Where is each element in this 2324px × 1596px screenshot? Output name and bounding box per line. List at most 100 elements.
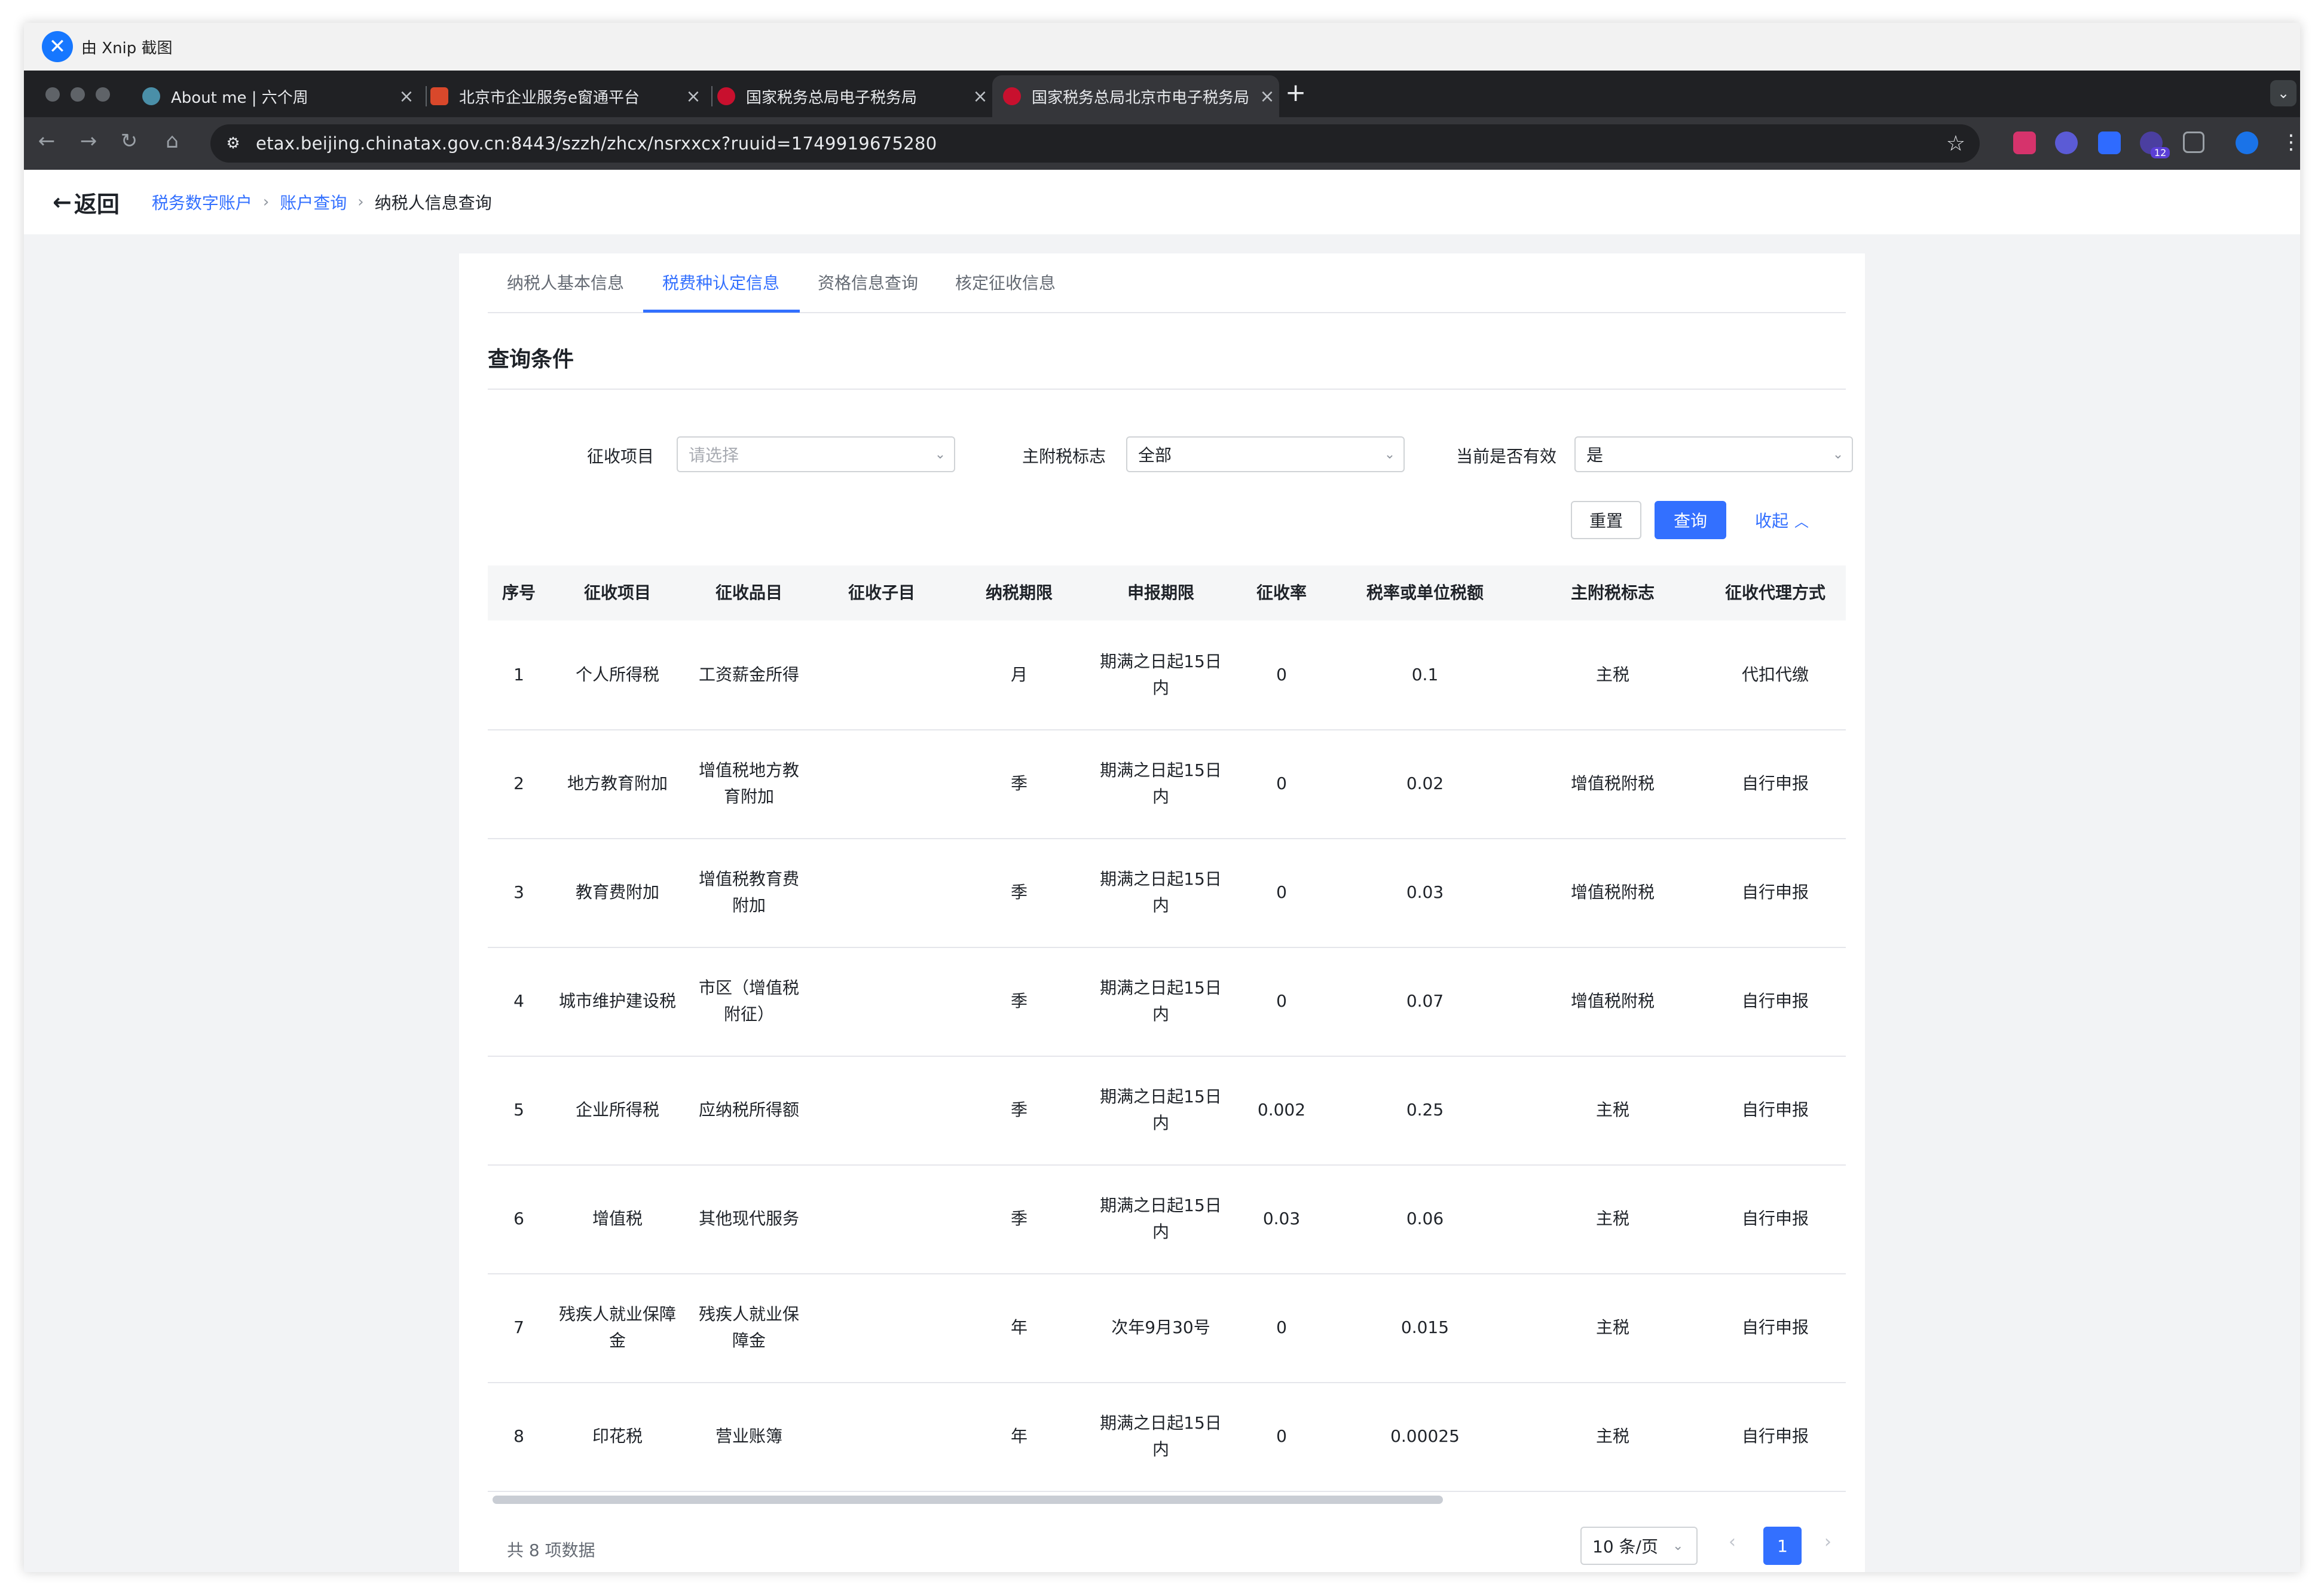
chevron-down-icon: ⌄ xyxy=(934,447,946,462)
table-cell: 主税 xyxy=(1595,665,1629,684)
minimize-window-button[interactable] xyxy=(71,87,85,102)
table-cell: 期满之日起15日内 xyxy=(1100,1413,1222,1459)
table-cell: 自行申报 xyxy=(1741,991,1809,1011)
currently-valid-select[interactable]: 是 ⌄ xyxy=(1574,436,1853,472)
column-header: 征收项目 xyxy=(583,583,651,603)
column-header: 征收子目 xyxy=(848,583,915,603)
site-settings-icon[interactable]: ⚙ xyxy=(221,132,245,155)
xnip-title: 由 Xnip 截图 xyxy=(81,39,173,57)
browser-tab[interactable]: 北京市企业服务e窗通平台 × xyxy=(420,75,705,117)
back-button[interactable]: ← 返回 xyxy=(53,186,120,219)
table-cell: 3 xyxy=(513,882,524,902)
browser-tab-strip: About me | 六个周 × 北京市企业服务e窗通平台 × 国家税务总局电子… xyxy=(24,71,2300,117)
table-cell: 8 xyxy=(513,1426,524,1446)
table-row: 5 企业所得税 应纳税所得额 季 期满之日起15日内 0.002 0.25 主税 自行申报 xyxy=(488,1056,1846,1166)
page-tabs: 纳税人基本信息 税费种认定信息 资格信息查询 核定征收信息 xyxy=(488,253,1846,313)
table-cell: 增值税附税 xyxy=(1570,882,1655,902)
forward-arrow-icon[interactable]: → xyxy=(74,129,103,153)
table-cell: 季 xyxy=(1010,773,1028,793)
table-cell: 0.02 xyxy=(1406,773,1444,793)
breadcrumb-link[interactable]: 账户查询 xyxy=(280,190,347,214)
table-cell: 增值税 xyxy=(592,1209,643,1228)
new-tab-button[interactable]: + xyxy=(1285,78,1306,107)
tab-assessed-collection[interactable]: 核定征收信息 xyxy=(955,270,1056,294)
table-cell xyxy=(821,729,942,838)
tab-tax-type-info[interactable]: 税费种认定信息 xyxy=(662,270,779,294)
table-cell: 自行申报 xyxy=(1741,1426,1809,1446)
collapse-button[interactable]: 收起 ︿ xyxy=(1749,501,1815,539)
table-cell: 增值税附税 xyxy=(1570,773,1655,793)
table-cell: 主税 xyxy=(1595,1100,1629,1120)
tab-taxpayer-basic-info[interactable]: 纳税人基本信息 xyxy=(507,270,624,294)
table-cell: 4 xyxy=(513,991,524,1011)
table-cell: 市区（增值税附征） xyxy=(698,978,799,1024)
circle-extension-icon[interactable] xyxy=(2055,132,2078,154)
close-icon[interactable]: × xyxy=(681,86,705,107)
table-cell: 季 xyxy=(1010,882,1028,902)
levy-item-select[interactable]: 请选择 ⌄ xyxy=(677,436,955,472)
table-cell: 0.25 xyxy=(1406,1100,1444,1120)
arrow-left-icon: ← xyxy=(53,189,72,215)
column-header: 序号 xyxy=(502,583,536,603)
browser-tab[interactable]: 国家税务总局电子税务局 × xyxy=(707,75,992,117)
main-sub-flag-select[interactable]: 全部 ⌄ xyxy=(1126,436,1405,472)
table-cell: 季 xyxy=(1010,1209,1028,1228)
zoom-window-button[interactable] xyxy=(96,87,110,102)
table-cell: 增值税地方教育附加 xyxy=(698,760,799,806)
horizontal-scrollbar[interactable] xyxy=(493,1496,1443,1504)
table-cell: 0.03 xyxy=(1406,882,1444,902)
close-icon[interactable]: × xyxy=(1255,86,1279,107)
table-cell: 印花税 xyxy=(592,1426,643,1446)
table-cell: 0.03 xyxy=(1262,1209,1301,1228)
tab-search-icon[interactable]: ⌄ xyxy=(2270,80,2297,106)
table-cell: 主税 xyxy=(1595,1426,1629,1446)
puzzle-icon[interactable] xyxy=(2183,132,2204,153)
page-header: ← 返回 税务数字账户 › 账户查询 › 纳税人信息查询 xyxy=(24,170,2300,234)
close-icon[interactable]: × xyxy=(968,86,992,107)
table-cell: 工资薪金所得 xyxy=(698,665,799,684)
select-placeholder: 请选择 xyxy=(689,445,739,465)
table-row: 2 地方教育附加 增值税地方教育附加 季 期满之日起15日内 0 0.02 增值税附税 自行申报 xyxy=(488,729,1846,839)
table-cell xyxy=(821,947,942,1056)
home-icon[interactable]: ⌂ xyxy=(158,129,186,153)
back-label: 返回 xyxy=(74,191,120,218)
filter-label-currently-valid: 当前是否有效 xyxy=(1455,447,1557,466)
tab-qualification-query[interactable]: 资格信息查询 xyxy=(818,270,918,294)
table-cell: 残疾人就业保障金 xyxy=(558,1304,676,1350)
browser-toolbar: ← → ↻ ⌂ ⚙ etax.beijing.chinatax.gov.cn:8… xyxy=(24,117,2300,170)
browser-tab-active[interactable]: 国家税务总局北京市电子税务局 × xyxy=(992,75,1279,117)
profile-avatar[interactable] xyxy=(2236,132,2258,154)
prev-page-icon[interactable]: ‹ xyxy=(1729,1531,1736,1552)
search-button[interactable]: 查询 xyxy=(1655,501,1726,539)
current-page-button[interactable]: 1 xyxy=(1763,1527,1802,1565)
reload-icon[interactable]: ↻ xyxy=(115,129,143,153)
table-cell: 增值税教育费附加 xyxy=(698,869,799,915)
column-header: 征收品目 xyxy=(715,583,782,603)
table-cell: 个人所得税 xyxy=(575,665,659,684)
table-cell: 残疾人就业保障金 xyxy=(698,1304,799,1350)
page-size-select[interactable]: 10 条/页 ⌄ xyxy=(1580,1527,1698,1565)
xnip-titlebar: ✕ 由 Xnip 截图 xyxy=(24,23,2300,71)
table-cell: 城市维护建设税 xyxy=(558,991,676,1011)
address-bar[interactable]: ⚙ etax.beijing.chinatax.gov.cn:8443/szzh… xyxy=(210,124,1980,163)
close-window-button[interactable] xyxy=(45,87,60,102)
url-text[interactable]: etax.beijing.chinatax.gov.cn:8443/szzh/z… xyxy=(256,133,937,154)
table-row: 1 个人所得税 工资薪金所得 月 期满之日起15日内 0 0.1 主税 代扣代缴 xyxy=(488,620,1846,730)
table-cell: 季 xyxy=(1010,991,1028,1011)
table-cell: 期满之日起15日内 xyxy=(1100,760,1222,806)
reset-button[interactable]: 重置 xyxy=(1571,501,1641,539)
table-cell: 应纳税所得额 xyxy=(698,1100,799,1120)
main-card: 纳税人基本信息 税费种认定信息 资格信息查询 核定征收信息 查询条件 征收项目 … xyxy=(459,253,1865,1572)
browser-tab[interactable]: About me | 六个周 × xyxy=(132,75,418,117)
breadcrumb-link[interactable]: 税务数字账户 xyxy=(152,190,252,214)
back-arrow-icon[interactable]: ← xyxy=(32,129,61,153)
column-header: 税率或单位税额 xyxy=(1366,583,1484,603)
bookmark-star-icon[interactable]: ☆ xyxy=(1946,132,1965,156)
translate-extension-icon[interactable] xyxy=(2013,132,2036,154)
table-cell: 年 xyxy=(1010,1426,1028,1446)
next-page-icon[interactable]: › xyxy=(1824,1531,1831,1552)
shield-extension-icon[interactable] xyxy=(2098,132,2121,154)
table-cell: 2 xyxy=(513,773,524,793)
close-icon[interactable]: × xyxy=(395,86,418,107)
menu-kebab-icon[interactable]: ⋮ xyxy=(2281,130,2300,154)
